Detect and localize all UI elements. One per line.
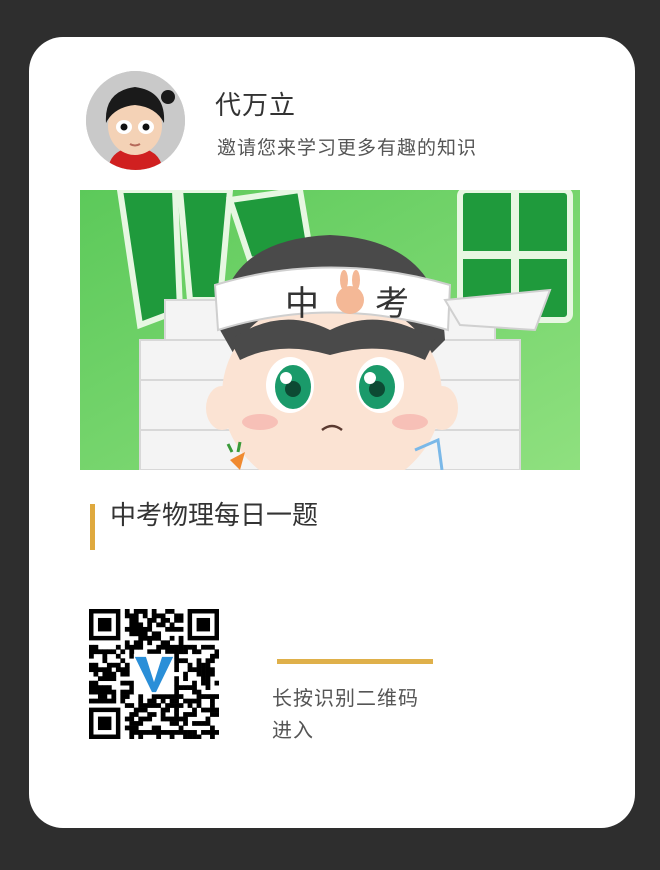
headband-char-2: 考 — [375, 284, 409, 324]
qr-code[interactable] — [89, 609, 219, 739]
qr-hint-line-2: 进入 — [272, 718, 314, 742]
qr-hint-line-1: 长按识别二维码 — [272, 686, 419, 710]
user-name: 代万立 — [215, 91, 297, 121]
avatar — [86, 71, 185, 170]
hint-accent-line — [277, 659, 433, 664]
course-banner-image: 中 考 — [80, 190, 580, 470]
title-accent-bar — [90, 504, 95, 550]
qr-hint: 长按识别二维码 进入 — [272, 682, 452, 746]
headband-char-1: 中 — [285, 284, 319, 324]
course-title: 中考物理每日一题 — [110, 501, 319, 531]
invite-text: 邀请您来学习更多有趣的知识 — [217, 137, 478, 159]
share-card: 代万立 邀请您来学习更多有趣的知识 中 考 中考物理每日一题 长按识别二维码 进… — [29, 37, 635, 828]
